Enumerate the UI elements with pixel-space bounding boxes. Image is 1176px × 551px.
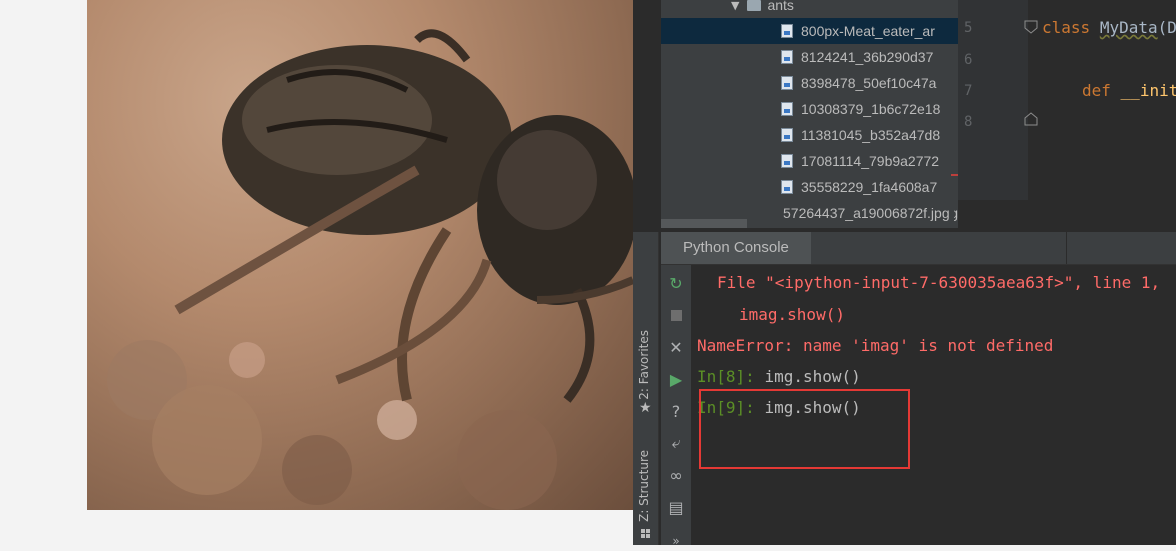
soft-wrap-icon[interactable]: ⤶ [666,433,686,453]
image-viewer [0,0,633,545]
run-icon[interactable]: ▶ [666,369,686,389]
prompt-label: In[8]: [697,367,755,386]
line-number: 8 [964,114,973,130]
editor-gutter: 5 6 7 8 [958,0,1038,200]
ant-photo [87,0,633,510]
tree-file[interactable]: 10308379_1b6c72e18 [661,96,958,122]
horizontal-scrollbar[interactable] [661,219,747,228]
code-editor[interactable]: 5 6 7 8 class MyData(D def __init [958,0,1176,228]
function-name: __init [1120,81,1176,100]
favorites-tab[interactable]: 2: Favorites [637,330,651,400]
tree-file[interactable]: 35558229_1fa4608a7 [661,174,958,200]
image-file-icon [781,76,793,90]
structure-icon[interactable] [641,529,650,538]
tree-file[interactable]: 11381045_b352a47d8 [661,122,958,148]
code-line-5: class MyData(D [1042,18,1176,37]
tab-python-console[interactable]: Python Console [661,232,811,264]
star-icon[interactable]: ★ [639,400,652,416]
class-name: MyData [1099,18,1158,37]
help-icon[interactable]: ? [666,401,686,421]
stop-icon[interactable] [666,305,686,325]
folder-icon [747,0,762,11]
more-icon[interactable]: » [666,531,686,551]
line-number: 7 [964,83,973,99]
folder-label: ants [767,0,794,13]
line-number: 6 [964,52,973,68]
console-output[interactable]: File "<ipython-input-7-630035aea63f>", l… [691,265,1176,545]
file-label: 8398478_50ef10c47a [801,75,937,91]
tree-file[interactable]: 8124241_36b290d37 [661,44,958,70]
tree-file[interactable]: 17081114_79b9a2772 [661,148,958,174]
console-header: Python Console [661,232,1176,265]
fold-icon[interactable] [1024,20,1038,34]
image-file-icon [781,24,793,38]
traceback-code-line: imag.show() [739,305,845,324]
file-label: 11381045_b352a47d8 [801,127,941,143]
traceback-file-line: File "<ipython-input-7-630035aea63f>", l… [717,273,1161,292]
image-file-icon [781,128,793,142]
file-label: 10308379_1b6c72e18 [801,101,941,117]
close-icon[interactable]: ✕ [666,337,686,357]
tree-file[interactable]: 800px-Meat_eater_ar [661,18,958,44]
error-message: NameError: name 'imag' is not defined [697,336,1054,355]
input-line-8: In[8]: img.show() [697,367,861,386]
keyword-def: def [1082,81,1111,100]
tool-window-strip: 2: Favorites ★ Z: Structure [633,232,659,545]
code-line-7: def __init [1082,81,1176,100]
console-toolbar: ↻ ✕ ▶ ? ⤶ ∞ ▤ » [661,265,691,548]
console-history-icon[interactable]: ▤ [666,497,686,517]
keyword-class: class [1042,18,1091,37]
image-file-icon [781,102,793,116]
structure-tab[interactable]: Z: Structure [637,450,651,522]
project-tree: ▼ ants 800px-Meat_eater_ar 8124241_36b29… [661,0,958,228]
chevron-down-icon[interactable]: ▼ [731,0,739,12]
file-label: 8124241_36b290d37 [801,49,934,65]
line-number: 5 [964,20,973,36]
rerun-icon[interactable]: ↻ [666,273,686,293]
header-divider [1066,232,1067,264]
show-variables-icon[interactable]: ∞ [666,465,686,485]
file-label: 35558229_1fa4608a7 [801,179,938,195]
class-parent: (D [1157,18,1176,37]
image-file-icon [781,50,793,64]
file-label: 17081114_79b9a2772 [801,153,940,169]
ide-panel: ▼ ants 800px-Meat_eater_ar 8124241_36b29… [633,0,1176,548]
tree-file[interactable]: 8398478_50ef10c47a [661,70,958,96]
filename-tooltip: 57264437_a19006872f.jpg [779,200,954,226]
fold-end-icon[interactable] [1024,112,1038,126]
ant-illustration [107,29,633,510]
image-file-icon [781,154,793,168]
highlight-annotation-box [699,389,910,469]
file-label: 800px-Meat_eater_ar [801,23,935,39]
command-text: img.show() [764,367,861,386]
tree-folder-ants[interactable]: ▼ ants [661,0,958,18]
image-file-icon [781,180,793,194]
